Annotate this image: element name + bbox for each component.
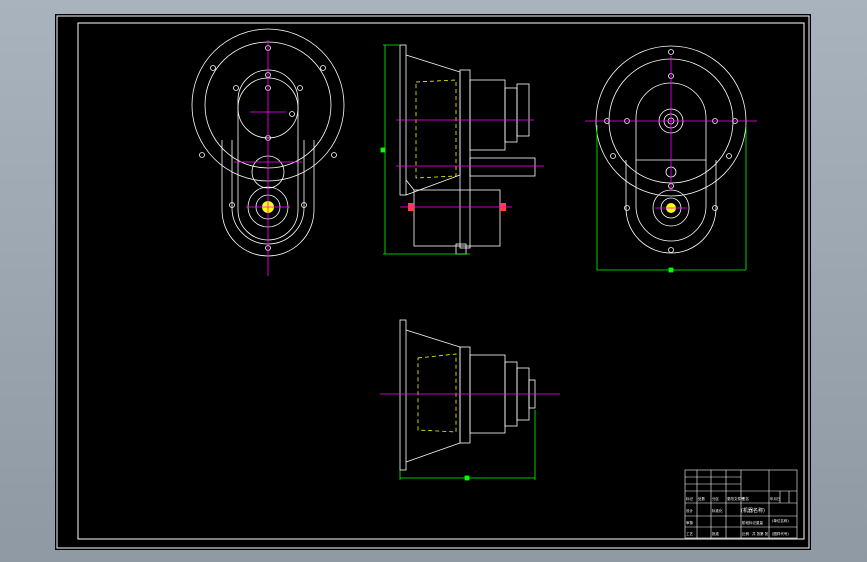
header-cell-date: 年月日 — [770, 496, 781, 501]
side-section-view — [399, 44, 536, 255]
header-cell-signature: 签名 — [742, 496, 749, 501]
drawing-number: (图样代号) — [772, 531, 789, 536]
header-cell-zone: 分区 — [712, 496, 720, 501]
drawing-title: (机器名称) — [741, 507, 765, 514]
role-cell-design: 设计 — [686, 508, 694, 513]
drawing-sheet: (机器名称) (单位名称) (图样代号) 标记 处数 分区 更改文件号 签名 年… — [55, 14, 811, 550]
side-view-dimensions — [380, 44, 470, 255]
side-view-hidden-lines — [415, 79, 457, 179]
role-cell-process: 工艺 — [686, 531, 694, 536]
stage-cell-scale: 比例 — [742, 531, 750, 536]
cad-drawing-canvas: (机器名称) (单位名称) (图样代号) 标记 处数 分区 更改文件号 签名 年… — [56, 15, 810, 549]
header-cell-count: 处数 — [698, 496, 706, 501]
company-name: (单位名称) — [772, 518, 789, 523]
role-cell-approve: 批准 — [712, 531, 720, 536]
top-view — [399, 319, 536, 471]
top-view-dimensions — [399, 410, 536, 481]
top-view-hidden-lines — [417, 353, 457, 433]
header-cell-mark: 标记 — [686, 496, 694, 501]
outer-frame — [56, 15, 810, 549]
rear-view-centerlines — [585, 56, 757, 209]
role-cell-standard: 标准化 — [712, 508, 723, 513]
role-cell-review: 审核 — [686, 520, 694, 525]
front-view-centerlines — [234, 40, 302, 276]
stage-cell-weight: 重量 — [756, 520, 764, 525]
sheet-cell-number: 第 张 — [760, 531, 769, 536]
inner-frame — [77, 22, 805, 540]
stage-cell-stage: 阶段标记 — [742, 520, 756, 525]
title-block — [684, 469, 798, 539]
rear-view-dimensions — [596, 125, 747, 273]
